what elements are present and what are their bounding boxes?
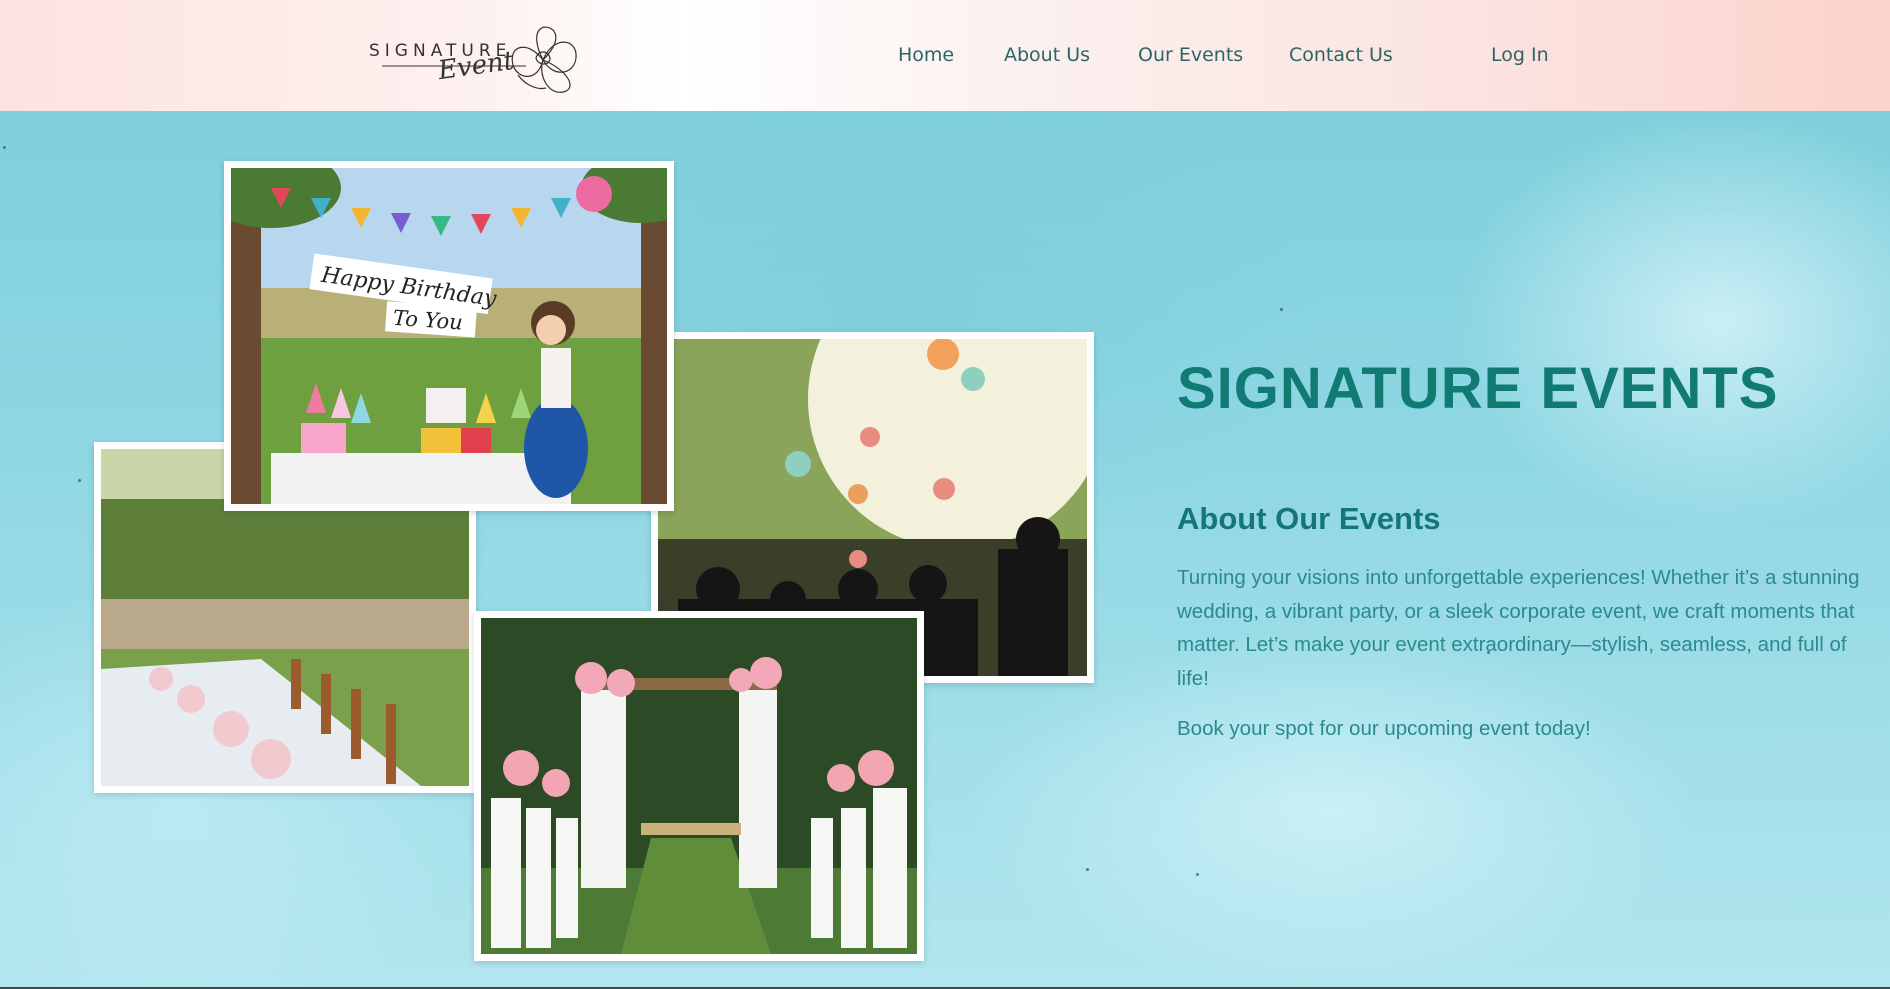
hero-section: Happy Birthday To You SIGNATURE EVENTS A… (0, 111, 1890, 989)
hero-title: SIGNATURE EVENTS (1177, 356, 1779, 421)
site-header: SIGNATURE Event Home About Us Our Events… (0, 0, 1890, 111)
nav-about-us[interactable]: About Us (1004, 44, 1090, 66)
photo-wedding-aisle (474, 611, 924, 961)
texture-speck (78, 479, 81, 482)
login-link[interactable]: Log In (1491, 44, 1549, 66)
main-nav: Home About Us Our Events Contact Us Log … (0, 0, 1890, 111)
about-description: Turning your visions into unforgettable … (1177, 566, 1860, 690)
nav-home[interactable]: Home (898, 44, 954, 66)
texture-speck (1086, 868, 1089, 871)
texture-speck (1196, 873, 1199, 876)
texture-speck (3, 146, 6, 149)
nav-contact-us[interactable]: Contact Us (1289, 44, 1393, 66)
about-heading: About Our Events (1177, 501, 1441, 536)
birthday-banner-line2: To You (392, 306, 463, 335)
texture-speck (1280, 308, 1283, 311)
photo-birthday: Happy Birthday To You (224, 161, 674, 511)
cta-text: Book your spot for our upcoming event to… (1177, 717, 1591, 740)
nav-our-events[interactable]: Our Events (1138, 44, 1243, 66)
